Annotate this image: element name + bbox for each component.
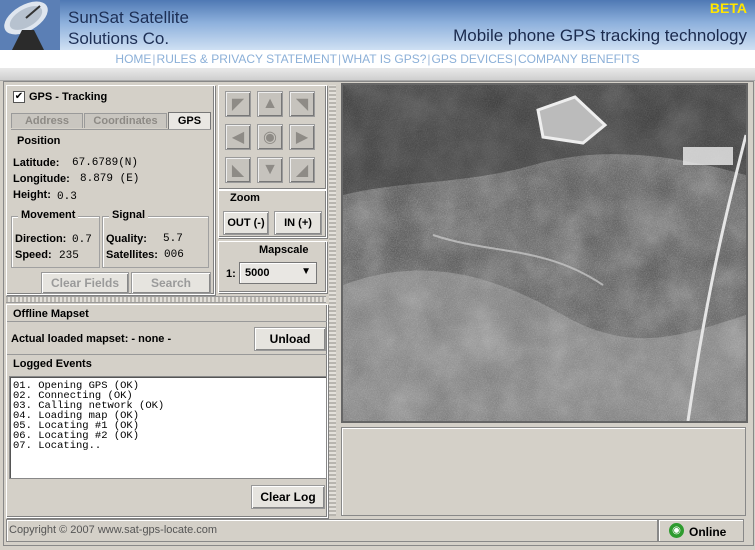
mapscale-prefix: 1: xyxy=(226,268,236,280)
longitude-label: Longitude: xyxy=(13,173,70,185)
zoom-panel: Zoom OUT (-) IN (+) xyxy=(218,190,327,238)
online-status-text: Online xyxy=(689,525,727,539)
position-group: Position Latitude: 67.6789(N) Longitude:… xyxy=(11,129,211,205)
speed-label: Speed: xyxy=(15,249,52,261)
satellite-dish-icon xyxy=(0,0,60,50)
pan-north-east-button[interactable]: ◥ xyxy=(289,91,315,117)
arrow-north-east-icon: ◥ xyxy=(295,96,309,113)
panel-splitter[interactable] xyxy=(6,296,326,303)
log-line: 07. Locating.. xyxy=(13,440,102,452)
tab-address[interactable]: Address xyxy=(11,113,83,128)
unload-button[interactable]: Unload xyxy=(254,327,326,351)
vertical-splitter[interactable] xyxy=(329,85,336,516)
satellites-value: 006 xyxy=(164,249,184,261)
zoom-in-button[interactable]: IN (+) xyxy=(274,211,322,235)
tab-gps[interactable]: GPS xyxy=(168,112,211,129)
arrow-left-icon: ◀ xyxy=(231,129,245,146)
arrow-down-icon: ▼ xyxy=(262,161,278,178)
logged-events-title: Logged Events xyxy=(13,358,92,370)
tagline: Mobile phone GPS tracking technology xyxy=(453,26,747,45)
signal-group: Signal Quality: 5.7 Satellites: 006 xyxy=(102,209,209,268)
clear-log-button[interactable]: Clear Log xyxy=(251,485,325,509)
company-line-1: SunSat Satellite xyxy=(68,8,189,27)
satellites-label: Satellites: xyxy=(106,249,158,261)
pan-south-button[interactable]: ▼ xyxy=(257,157,283,183)
divider xyxy=(7,354,327,355)
info-panel xyxy=(341,427,746,516)
company-name: SunSat Satellite Solutions Co. xyxy=(68,7,189,49)
zoom-out-button[interactable]: OUT (-) xyxy=(223,211,269,235)
movement-group: Movement Direction: 0.7 Speed: 235 xyxy=(11,209,100,268)
direction-value: 0.7 xyxy=(72,234,92,246)
arrow-right-icon: ▶ xyxy=(295,129,309,146)
arrow-south-east-icon: ◢ xyxy=(295,162,309,179)
zoom-title: Zoom xyxy=(230,192,260,204)
pan-south-east-button[interactable]: ◢ xyxy=(289,157,315,183)
clear-fields-button[interactable]: Clear Fields xyxy=(41,272,129,294)
center-map-button[interactable]: ◉ xyxy=(257,124,283,150)
longitude-value: 8.879 (E) xyxy=(80,173,140,185)
satellite-map-image xyxy=(343,85,746,421)
top-navigation: HOME|RULES & PRIVACY STATEMENT|WHAT IS G… xyxy=(0,50,755,68)
mapscale-title: Mapscale xyxy=(259,244,309,256)
direction-label: Direction: xyxy=(15,233,67,245)
offline-mapset-title: Offline Mapset xyxy=(13,308,89,320)
position-title: Position xyxy=(17,135,61,147)
quality-value: 5.7 xyxy=(163,233,183,245)
nav-divider xyxy=(0,68,755,81)
nav-gps-devices[interactable]: GPS DEVICES xyxy=(432,52,513,66)
arrow-south-west-icon: ◣ xyxy=(231,162,245,179)
mapscale-panel: Mapscale 1: 5000 ▼ xyxy=(218,241,327,293)
mapscale-select[interactable]: 5000 ▼ xyxy=(239,262,317,284)
connection-status: ◉ Online xyxy=(658,519,744,542)
chevron-down-icon: ▼ xyxy=(301,266,311,277)
tracking-panel: ✔ GPS - Tracking Address Coordinates GPS… xyxy=(6,85,215,295)
search-button[interactable]: Search xyxy=(131,272,211,294)
nav-rules-privacy[interactable]: RULES & PRIVACY STATEMENT xyxy=(157,52,337,66)
quality-label: Quality: xyxy=(106,233,147,245)
offline-panel: Offline Mapset Actual loaded mapset: - n… xyxy=(6,304,328,518)
pan-north-button[interactable]: ▲ xyxy=(257,91,283,117)
copyright-text: Copyright © 2007 www.sat-gps-locate.com xyxy=(9,524,218,536)
gps-tracking-label: GPS - Tracking xyxy=(29,91,108,103)
satellite-map[interactable] xyxy=(341,83,748,423)
gps-tracking-toggle[interactable]: ✔ GPS - Tracking xyxy=(13,91,107,103)
page-header: SunSat Satellite Solutions Co. BETA Mobi… xyxy=(0,0,755,50)
arrow-north-west-icon: ◤ xyxy=(231,96,245,113)
movement-title: Movement xyxy=(18,209,79,221)
height-value: 0.3 xyxy=(57,191,77,203)
nav-what-is-gps[interactable]: WHAT IS GPS? xyxy=(342,52,426,66)
latitude-label: Latitude: xyxy=(13,157,60,169)
arrow-up-icon: ▲ xyxy=(262,95,278,112)
event-log[interactable]: 01. Opening GPS (OK) 02. Connecting (OK)… xyxy=(9,376,327,479)
speed-value: 235 xyxy=(59,250,79,262)
beta-badge: BETA xyxy=(709,0,747,16)
pan-east-button[interactable]: ▶ xyxy=(289,124,315,150)
mapscale-value: 5000 xyxy=(245,267,270,279)
target-icon: ◉ xyxy=(263,129,277,146)
tab-coordinates[interactable]: Coordinates xyxy=(84,113,167,128)
pan-south-west-button[interactable]: ◣ xyxy=(225,157,251,183)
company-line-2: Solutions Co. xyxy=(68,29,170,48)
divider xyxy=(7,321,327,322)
height-label: Height: xyxy=(13,189,51,201)
status-bar: Copyright © 2007 www.sat-gps-locate.com xyxy=(6,519,658,542)
pan-west-button[interactable]: ◀ xyxy=(225,124,251,150)
signal-title: Signal xyxy=(109,209,149,221)
nav-home[interactable]: HOME xyxy=(115,52,151,66)
pan-north-west-button[interactable]: ◤ xyxy=(225,91,251,117)
online-signal-icon: ◉ xyxy=(669,523,684,538)
latitude-value: 67.6789(N) xyxy=(72,157,139,169)
actual-mapset-label: Actual loaded mapset: - none - xyxy=(11,333,172,345)
nav-company-benefits[interactable]: COMPANY BENEFITS xyxy=(518,52,640,66)
gps-tracking-checkbox[interactable]: ✔ xyxy=(13,91,25,103)
map-navigation-panel: ◤ ▲ ◥ ◀ ◉ ▶ ◣ ▼ ◢ xyxy=(218,85,327,190)
